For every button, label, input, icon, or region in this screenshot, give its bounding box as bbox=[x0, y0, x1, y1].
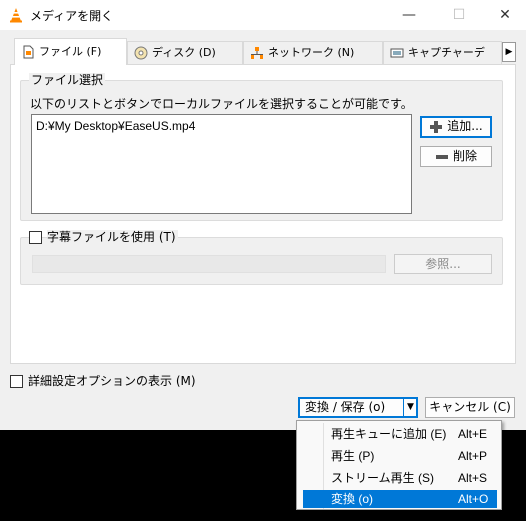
convert-save-label: 変換 / 保存 (o) bbox=[305, 400, 386, 414]
subtitle-file-input bbox=[32, 255, 386, 273]
menu-item-enqueue[interactable]: 再生キューに追加 (E) Alt+E bbox=[303, 425, 497, 443]
open-media-dialog: メディアを開く — ☐ ✕ ファイル (F) ディスク (D) ネットワーク (… bbox=[0, 0, 526, 430]
tab-capture-label: キャプチャーデ bbox=[408, 46, 485, 59]
delete-button-label: 削除 bbox=[452, 149, 477, 163]
use-subtitle-label: 字幕ファイルを使用 (T) bbox=[47, 230, 178, 244]
add-file-button[interactable]: 追加... bbox=[420, 116, 492, 138]
capture-icon bbox=[390, 48, 404, 58]
tab-disc-label: ディスク (D) bbox=[152, 46, 216, 59]
minimize-button[interactable]: — bbox=[386, 0, 432, 30]
menu-item-shortcut: Alt+E bbox=[458, 427, 488, 441]
add-button-label: 追加... bbox=[447, 119, 483, 133]
file-selection-description: 以下のリストとボタンでローカルファイルを選択することが可能です。 bbox=[30, 97, 413, 111]
vlc-cone-icon bbox=[10, 8, 22, 23]
show-advanced-options-checkbox[interactable] bbox=[10, 375, 23, 388]
tab-bar: ファイル (F) ディスク (D) ネットワーク (N) キャプチャーデ ▶ bbox=[10, 38, 516, 65]
menu-item-label: 再生 (P) bbox=[331, 449, 375, 463]
use-subtitle-checkbox[interactable] bbox=[29, 231, 42, 244]
cancel-button[interactable]: キャンセル (C) bbox=[425, 397, 515, 418]
menu-item-stream[interactable]: ストリーム再生 (S) Alt+S bbox=[303, 469, 497, 487]
dropdown-arrow-icon[interactable]: ▼ bbox=[403, 398, 417, 417]
tab-network-label: ネットワーク (N) bbox=[268, 46, 355, 59]
show-advanced-options-label: 詳細設定オプションの表示 (M) bbox=[28, 374, 196, 388]
menu-item-convert[interactable]: 変換 (o) Alt+O bbox=[303, 490, 497, 508]
maximize-button[interactable]: ☐ bbox=[436, 0, 482, 30]
list-item[interactable]: D:¥My Desktop¥EaseUS.mp4 bbox=[36, 119, 195, 133]
menu-item-label: 変換 (o) bbox=[331, 492, 374, 506]
menu-item-shortcut: Alt+S bbox=[458, 471, 488, 485]
tab-capture[interactable]: キャプチャーデ bbox=[383, 41, 502, 64]
menu-item-play[interactable]: 再生 (P) Alt+P bbox=[303, 447, 497, 465]
file-icon bbox=[23, 45, 34, 59]
tab-file-label: ファイル (F) bbox=[39, 45, 102, 58]
menu-item-shortcut: Alt+O bbox=[458, 492, 489, 506]
plus-icon bbox=[430, 120, 443, 133]
convert-dropdown-menu: 再生キューに追加 (E) Alt+E 再生 (P) Alt+P ストリーム再生 … bbox=[296, 420, 502, 510]
network-icon bbox=[251, 47, 263, 59]
tab-disc[interactable]: ディスク (D) bbox=[127, 41, 243, 64]
tab-network[interactable]: ネットワーク (N) bbox=[243, 41, 383, 64]
window-title: メディアを開く bbox=[30, 9, 114, 23]
disc-icon bbox=[134, 46, 148, 60]
browse-subtitle-button: 参照... bbox=[394, 254, 492, 274]
tab-file[interactable]: ファイル (F) bbox=[14, 38, 127, 65]
menu-item-label: 再生キューに追加 (E) bbox=[331, 427, 447, 441]
minus-icon bbox=[435, 154, 448, 159]
menu-item-label: ストリーム再生 (S) bbox=[331, 471, 434, 485]
convert-save-button[interactable]: 変換 / 保存 (o) ▼ bbox=[298, 397, 418, 418]
file-list[interactable]: D:¥My Desktop¥EaseUS.mp4 bbox=[31, 114, 412, 214]
close-button[interactable]: ✕ bbox=[482, 0, 526, 30]
delete-file-button[interactable]: 削除 bbox=[420, 146, 492, 167]
file-selection-title: ファイル選択 bbox=[29, 73, 106, 87]
tab-scroll-right-button[interactable]: ▶ bbox=[502, 42, 516, 62]
menu-item-shortcut: Alt+P bbox=[458, 449, 488, 463]
title-bar: メディアを開く — ☐ ✕ bbox=[0, 0, 526, 30]
